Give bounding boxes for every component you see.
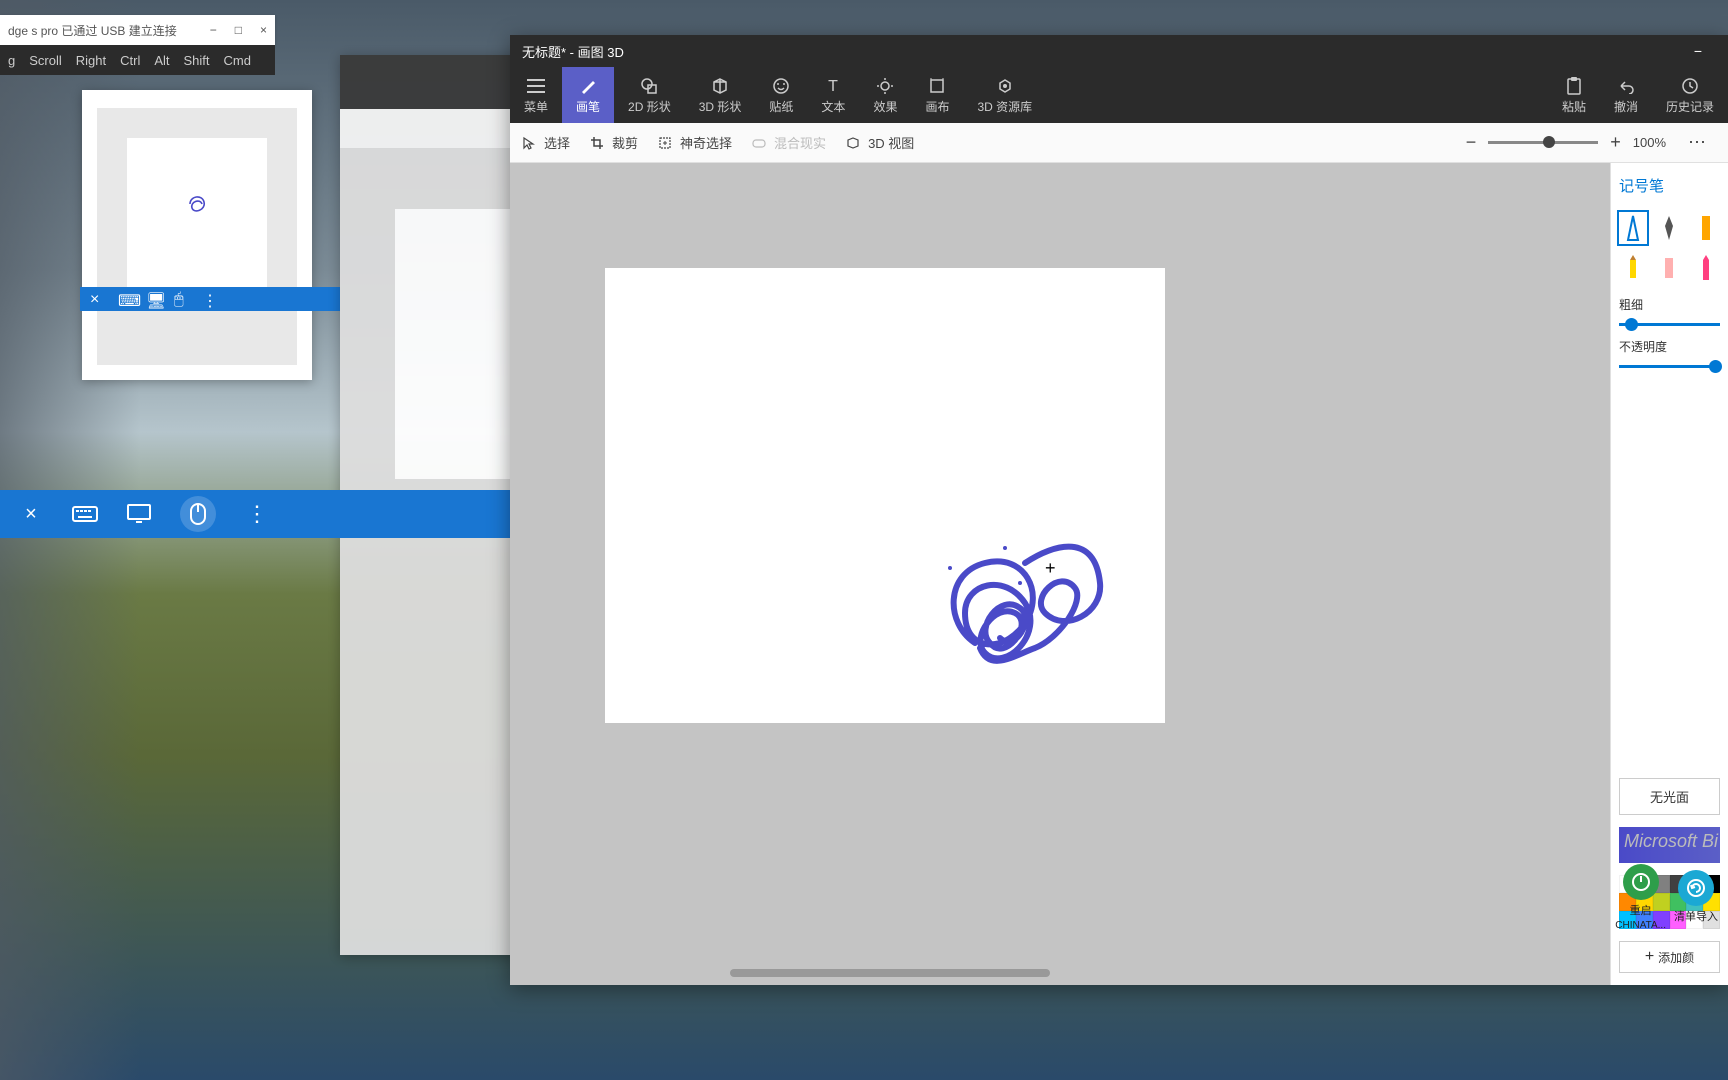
canvas[interactable] [605,268,1165,723]
restart-shortcut[interactable]: 重启 CHINATA... [1615,864,1666,931]
finish-dropdown[interactable]: 无光面 [1619,778,1720,815]
crop-tool[interactable]: 裁剪 [590,133,638,152]
paint3d-window: 无标题* - 画图 3D − 菜单 画笔 2D 形状 3D 形状 贴纸 T 文本 [510,35,1728,985]
eraser-icon[interactable] [1655,252,1683,284]
brush-label: 画笔 [576,98,600,115]
crayon-icon[interactable] [1692,252,1720,284]
pen-grid [1619,212,1720,284]
sticker-label: 贴纸 [769,98,793,115]
text-label: 文本 [821,98,845,115]
window-title: 无标题* - 画图 3D [522,42,624,61]
opacity-label: 不透明度 [1619,338,1720,355]
thickness-slider[interactable] [1619,323,1720,326]
history-label: 历史记录 [1666,98,1714,115]
highlighter-icon[interactable] [1692,212,1720,244]
clear-import-shortcut[interactable]: 清单导入 [1674,870,1718,924]
mouse-icon[interactable]: 🖱 [174,291,190,307]
zoom-in-button[interactable]: + [1610,132,1621,153]
undo-label: 撤消 [1614,98,1638,115]
minimize-button[interactable]: − [1680,37,1716,65]
3d-shape-label: 3D 形状 [699,98,742,115]
3d-shape-tool[interactable]: 3D 形状 [685,67,756,123]
key-alt[interactable]: Alt [154,53,169,68]
maximize-button[interactable]: □ [235,23,242,37]
canvas-area[interactable] [510,163,1610,985]
video-player-overlay [0,942,1728,1080]
key-cmd[interactable]: Cmd [224,53,251,68]
keyboard-icon[interactable]: ⌨ [118,291,134,307]
close-icon[interactable]: × [90,291,106,307]
text-tool[interactable]: T 文本 [807,67,859,123]
keyboard-icon[interactable] [72,501,98,527]
remote-control-toolbar: × ⋮ [0,490,510,538]
remote-toolbar-nested: × ⌨ 🖥 🖱 ⋮ [80,287,340,311]
2d-shape-label: 2D 形状 [628,98,671,115]
desktop-tray: 重启 CHINATA... 清单导入 [1605,852,1728,942]
marker-pen-icon[interactable] [1619,212,1647,244]
3d-view-tool[interactable]: 3D 视图 [846,133,914,152]
key-g[interactable]: g [8,53,15,68]
key-ctrl[interactable]: Ctrl [120,53,140,68]
history-button[interactable]: 历史记录 [1652,67,1728,123]
select-tool[interactable]: 选择 [522,133,570,152]
paste-button[interactable]: 粘贴 [1548,67,1600,123]
canvas-label: 画布 [925,98,949,115]
sticker-tool[interactable]: 贴纸 [755,67,807,123]
2d-shape-tool[interactable]: 2D 形状 [614,67,685,123]
screen-icon[interactable] [126,501,152,527]
opacity-slider[interactable] [1619,365,1720,368]
effect-label: 效果 [873,98,897,115]
mouse-icon[interactable] [180,496,216,532]
canvas-tool[interactable]: 画布 [911,67,963,123]
calligraphy-pen-icon[interactable] [1655,212,1683,244]
paste-label: 粘贴 [1562,98,1586,115]
remote-shortcut-bar: g Scroll Right Ctrl Alt Shift Cmd [0,45,275,75]
zoom-out-button[interactable]: − [1466,132,1477,153]
remote-title: dge s pro 已通过 USB 建立连接 [8,22,177,39]
close-button[interactable]: × [260,23,267,37]
minimize-button[interactable]: − [210,23,217,37]
more-icon[interactable]: ⋮ [202,291,218,307]
menu-label: 菜单 [524,98,548,115]
3d-library-tool[interactable]: 3D 资源库 [963,67,1046,123]
brush-tool[interactable]: 画笔 [562,67,614,123]
remote-titlebar: dge s pro 已通过 USB 建立连接 − □ × [0,15,275,45]
key-scroll[interactable]: Scroll [29,53,62,68]
screen-icon[interactable]: 🖥 [146,291,162,307]
paint3d-subtoolbar: 选择 裁剪 神奇选择 混合现实 3D 视图 − + 100% ⋯ [510,123,1728,163]
brush-cursor [1045,558,1061,574]
bing-watermark: Microsoft Bi [1624,831,1718,852]
magic-select-tool[interactable]: 神奇选择 [658,133,732,152]
more-options-button[interactable]: ⋯ [1678,132,1716,153]
zoom-slider[interactable] [1488,141,1598,144]
sidebar-title: 记号笔 [1619,175,1720,200]
paint3d-titlebar: 无标题* - 画图 3D − [510,35,1728,67]
more-icon[interactable]: ⋮ [244,501,270,527]
nested-remote-view [82,90,312,380]
pencil-icon[interactable] [1619,252,1647,284]
zoom-value: 100% [1633,135,1666,150]
mixed-reality-tool: 混合现实 [752,133,826,152]
key-shift[interactable]: Shift [184,53,210,68]
undo-button[interactable]: 撤消 [1600,67,1652,123]
paint3d-main-toolbar: 菜单 画笔 2D 形状 3D 形状 贴纸 T 文本 效果 画布 [510,67,1728,123]
svg-text:T: T [829,78,839,95]
close-icon[interactable]: × [18,501,44,527]
drawing-scribble [905,493,1135,723]
library-label: 3D 资源库 [977,98,1032,115]
effect-tool[interactable]: 效果 [859,67,911,123]
key-right[interactable]: Right [76,53,106,68]
menu-button[interactable]: 菜单 [510,67,562,123]
thickness-label: 粗细 [1619,296,1720,313]
